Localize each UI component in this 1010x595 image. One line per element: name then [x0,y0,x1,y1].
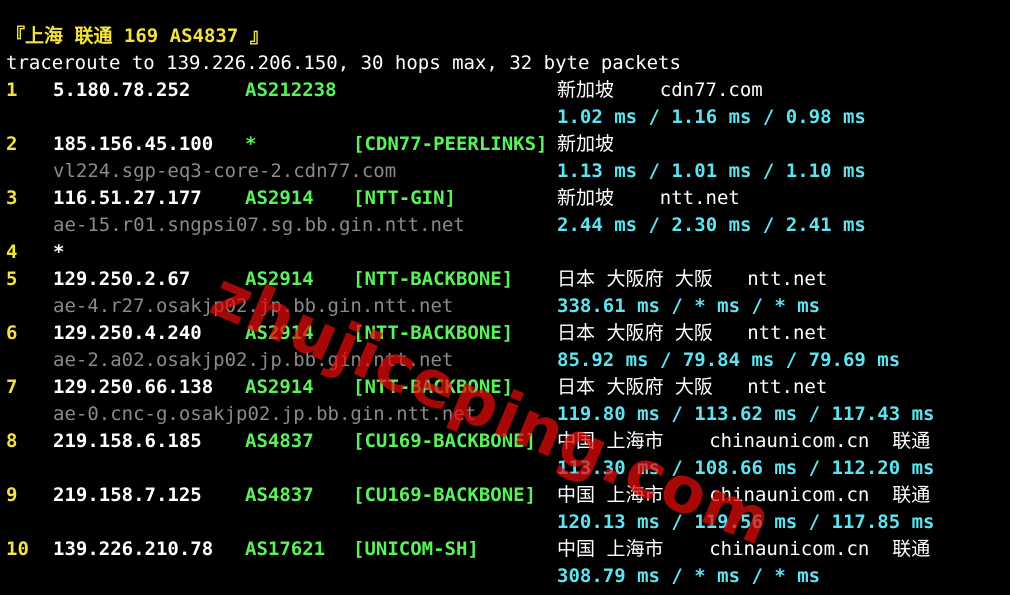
hop-asn: AS4837 [245,430,314,452]
hop-asn: AS212238 [245,79,337,101]
hop-detail-row: 120.13 ms / 119.56 ms / 117.85 ms [0,509,1010,536]
hop-location: 日本 大阪府 大阪 ntt.net [557,322,828,344]
page-title: 『上海 联通 169 AS4837 』 [6,25,269,47]
hop-detail-row: 1.02 ms / 1.16 ms / 0.98 ms [0,104,1010,131]
hop-row: 9 219.158.7.125 AS4837 [CU169-BACKBONE] 中国 上… [0,482,1010,509]
hop-location: 日本 大阪府 大阪 ntt.net [557,268,828,290]
hop-latency: 1.02 ms / 1.16 ms / 0.98 ms [557,106,866,128]
hop-detail-row: 308.79 ms / * ms / * ms [0,563,1010,590]
hop-location: 新加坡 [557,133,615,155]
hop-number: 3 [6,187,18,209]
hop-number: 1 [6,79,18,101]
hop-latency: 113.30 ms / 108.66 ms / 112.20 ms [557,457,935,479]
hop-ip: 185.156.45.100 [53,133,214,155]
hop-number: 8 [6,430,18,452]
hop-asn: AS17621 [245,538,326,560]
hop-detail-row: ae-0.cnc-g.osakjp02.jp.bb.gin.ntt.net 119… [0,401,1010,428]
hop-asn: AS4837 [245,484,314,506]
hop-number: 10 [6,538,29,560]
hop-asn: AS2914 [245,187,314,209]
hop-hostname: ae-0.cnc-g.osakjp02.jp.bb.gin.ntt.net [53,403,477,425]
hop-asn: * [245,133,257,155]
hop-location: 新加坡 cdn77.com [557,79,763,101]
hop-tag: [NTT-BACKBONE] [353,268,514,290]
hop-hostname: ae-4.r27.osakjp02.jp.bb.gin.ntt.net [53,295,454,317]
hop-asn: AS2914 [245,322,314,344]
hop-ip: 219.158.6.185 [53,430,202,452]
hop-ip: 129.250.4.240 [53,322,202,344]
hop-latency: 119.80 ms / 113.62 ms / 117.43 ms [557,403,935,425]
hop-row: 5 129.250.2.67 AS2914 [NTT-BACKBONE] 日本 大阪府 … [0,266,1010,293]
hop-hostname: ae-15.r01.sngpsi07.sg.bb.gin.ntt.net [53,214,465,236]
hop-latency: 120.13 ms / 119.56 ms / 117.85 ms [557,511,935,533]
hop-latency: 1.13 ms / 1.01 ms / 1.10 ms [557,160,866,182]
hop-hostname: ae-2.a02.osakjp02.jp.bb.gin.ntt.net [53,349,454,371]
hop-row: 7 129.250.66.138 AS2914 [NTT-BACKBONE] 日本 大阪… [0,374,1010,401]
hop-number: 7 [6,376,18,398]
hop-detail-row: ae-15.r01.sngpsi07.sg.bb.gin.ntt.net 2.44… [0,212,1010,239]
hop-tag: [NTT-BACKBONE] [353,322,514,344]
hop-ip: 129.250.2.67 [53,268,191,290]
hop-ip: 129.250.66.138 [53,376,214,398]
hop-tag: [NTT-BACKBONE] [353,376,514,398]
hop-asn: AS2914 [245,376,314,398]
hop-tag: [CU169-BACKBONE] [353,484,537,506]
hop-number: 6 [6,322,18,344]
traceroute-command: traceroute to 139.226.206.150, 30 hops m… [6,52,681,74]
hop-latency: 85.92 ms / 79.84 ms / 79.69 ms [557,349,901,371]
hop-row: 10 139.226.210.78 AS17621 [UNICOM-SH] 中国 上海市… [0,536,1010,563]
hop-row: 4 * [0,239,1010,266]
hop-latency: 2.44 ms / 2.30 ms / 2.41 ms [557,214,866,236]
hop-row: 6 129.250.4.240 AS2914 [NTT-BACKBONE] 日本 大阪府… [0,320,1010,347]
hop-latency: 308.79 ms / * ms / * ms [557,565,821,587]
hop-detail-row: vl224.sgp-eq3-core-2.cdn77.com 1.13 ms / … [0,158,1010,185]
hop-detail-row: ae-4.r27.osakjp02.jp.bb.gin.ntt.net 338.6… [0,293,1010,320]
hop-detail-row: ae-2.a02.osakjp02.jp.bb.gin.ntt.net 85.92… [0,347,1010,374]
hop-row: 3 116.51.27.177 AS2914 [NTT-GIN] 新加坡 ntt.net [0,185,1010,212]
hop-ip: * [53,241,65,263]
hop-number: 9 [6,484,18,506]
hop-number: 4 [6,241,18,263]
hop-tag: [CU169-BACKBONE] [353,430,537,452]
hop-detail-row: 113.30 ms / 108.66 ms / 112.20 ms [0,455,1010,482]
hop-location: 中国 上海市 chinaunicom.cn 联通 [557,430,931,452]
hop-row: 2 185.156.45.100 * [CDN77-PEERLINKS] 新加坡 [0,131,1010,158]
hop-tag: [UNICOM-SH] [353,538,479,560]
hop-location: 中国 上海市 chinaunicom.cn 联通 [557,484,931,506]
hop-number: 5 [6,268,18,290]
hop-row: 8 219.158.6.185 AS4837 [CU169-BACKBONE] 中国 上… [0,428,1010,455]
hop-location: 中国 上海市 chinaunicom.cn 联通 [557,538,931,560]
hop-latency: 338.61 ms / * ms / * ms [557,295,821,317]
hop-location: 日本 大阪府 大阪 ntt.net [557,376,828,398]
hop-asn: AS2914 [245,268,314,290]
hop-hostname: vl224.sgp-eq3-core-2.cdn77.com [53,160,397,182]
hop-ip: 5.180.78.252 [53,79,191,101]
hop-location: 新加坡 ntt.net [557,187,740,209]
hop-ip: 116.51.27.177 [53,187,202,209]
hop-ip: 219.158.7.125 [53,484,202,506]
hop-tag: [CDN77-PEERLINKS] [353,133,548,155]
hop-number: 2 [6,133,18,155]
hop-ip: 139.226.210.78 [53,538,214,560]
terminal-window: 『上海 联通 169 AS4837 』 traceroute to 139.22… [0,0,1010,595]
hop-row: 1 5.180.78.252 AS212238 新加坡 cdn77.com [0,77,1010,104]
hop-tag: [NTT-GIN] [353,187,456,209]
